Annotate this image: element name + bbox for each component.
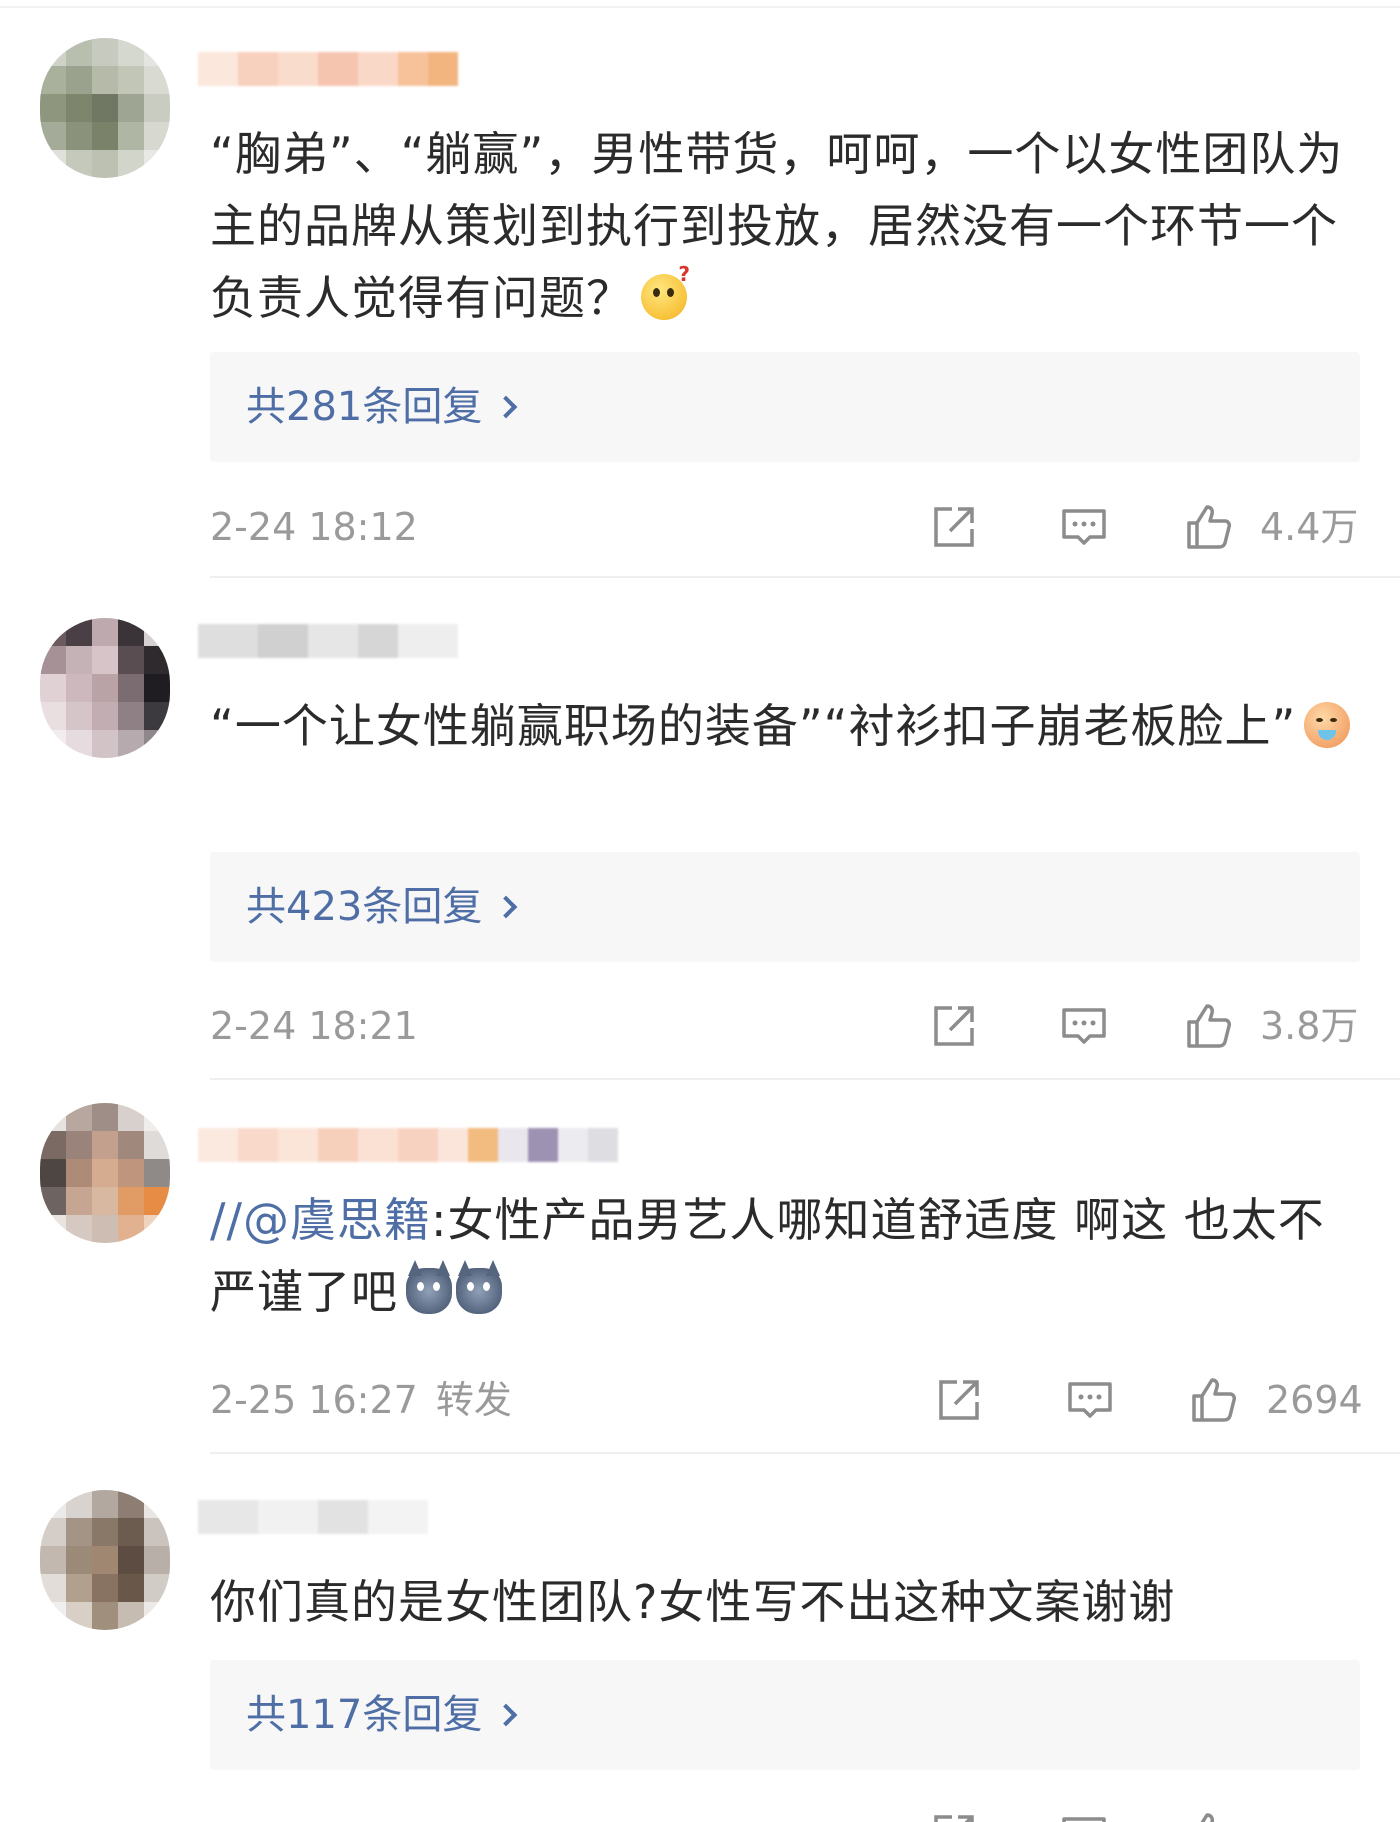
comment-meta: 2-24 18:21 3.8万 — [210, 996, 1360, 1056]
comment-text: //@虞思籍:女性产品男艺人哪知道舒适度 啊这 也太不严谨了吧 — [210, 1184, 1360, 1328]
repost-prefix: // — [210, 1193, 243, 1247]
divider — [210, 576, 1400, 578]
avatar[interactable] — [40, 1490, 170, 1630]
chevron-right-icon — [495, 1703, 518, 1727]
avatar[interactable] — [40, 1103, 170, 1243]
username[interactable] — [198, 624, 458, 658]
divider — [210, 1452, 1400, 1454]
mention-link[interactable]: @虞思籍 — [243, 1193, 431, 1247]
reply-count: 共117条回复 — [246, 1692, 483, 1738]
comment-text: “胸弟”、“躺赢”，男性带货，呵呵，一个以女性团队为主的品牌从策划到执行到投放，… — [210, 118, 1360, 334]
comment-body: “胸弟”、“躺赢”，男性带货，呵呵，一个以女性团队为主的品牌从策划到执行到投放，… — [210, 127, 1344, 325]
thumbs-up-icon[interactable] — [1185, 1002, 1233, 1050]
comment-body: 你们真的是女性团队?女性写不出这种文案谢谢 — [210, 1575, 1176, 1629]
share-icon[interactable] — [930, 1811, 978, 1822]
share-icon[interactable] — [930, 1002, 978, 1050]
thinking-face-icon: ? — [641, 264, 690, 320]
timestamp: 2-24 18:21 — [210, 1004, 418, 1048]
username[interactable] — [198, 1500, 428, 1534]
like-count: 2694 — [1266, 1378, 1363, 1422]
chevron-right-icon — [495, 895, 518, 919]
reply-count: 共281条回复 — [246, 384, 483, 430]
username[interactable] — [198, 1128, 618, 1162]
comment-meta — [210, 1805, 1360, 1822]
share-icon[interactable] — [930, 503, 978, 551]
comment-meta: 2-25 16:27 转发 2694 — [210, 1370, 1363, 1430]
timestamp: 2-24 18:12 — [210, 505, 418, 549]
comment-icon[interactable] — [1066, 1376, 1114, 1424]
chevron-right-icon — [495, 395, 518, 419]
tom-cat-face-icon — [456, 1268, 502, 1314]
vomiting-face-icon — [1304, 702, 1351, 748]
view-replies-link[interactable]: 共423条回复 — [246, 852, 518, 962]
thumbs-up-icon[interactable] — [1185, 503, 1233, 551]
comment-text: 你们真的是女性团队?女性写不出这种文案谢谢 — [210, 1566, 1360, 1638]
avatar[interactable] — [40, 618, 170, 758]
thumbs-up-icon[interactable] — [1190, 1376, 1238, 1424]
share-icon[interactable] — [935, 1376, 983, 1424]
reply-count: 共423条回复 — [246, 884, 483, 930]
thumbs-up-icon[interactable] — [1185, 1811, 1233, 1822]
view-replies-link[interactable]: 共281条回复 — [246, 352, 518, 462]
timestamp-text: 2-25 16:27 — [210, 1378, 418, 1422]
reply-box[interactable]: 共117条回复 — [210, 1660, 1360, 1770]
like-count: 3.8万 — [1260, 1004, 1359, 1048]
comment-icon[interactable] — [1060, 503, 1108, 551]
username[interactable] — [198, 52, 458, 86]
tom-cat-face-icon — [406, 1268, 452, 1314]
repost-label[interactable]: 转发 — [436, 1378, 512, 1422]
timestamp: 2-25 16:27 转发 — [210, 1370, 512, 1430]
reply-box[interactable]: 共423条回复 — [210, 852, 1360, 962]
view-replies-link[interactable]: 共117条回复 — [246, 1660, 518, 1770]
like-count: 4.4万 — [1260, 505, 1359, 549]
comment-text: “一个让女性躺赢职场的装备”“衬衫扣子崩老板脸上” — [210, 690, 1360, 762]
top-divider — [0, 6, 1400, 8]
comment-body: “一个让女性躺赢职场的装备”“衬衫扣子崩老板脸上” — [210, 699, 1297, 753]
comment-icon[interactable] — [1060, 1002, 1108, 1050]
comment-meta: 2-24 18:12 4.4万 — [210, 497, 1360, 557]
divider — [210, 1078, 1400, 1080]
comment-icon[interactable] — [1060, 1811, 1108, 1822]
avatar[interactable] — [40, 38, 170, 178]
reply-box[interactable]: 共281条回复 — [210, 352, 1360, 462]
